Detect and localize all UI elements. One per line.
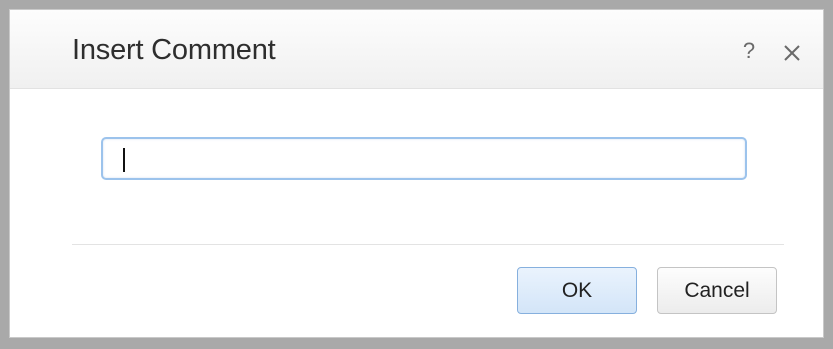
insert-comment-dialog: Insert Comment ? OK Cancel [9, 9, 824, 338]
footer-divider [72, 244, 784, 245]
comment-input[interactable] [101, 137, 747, 180]
cancel-button[interactable]: Cancel [657, 267, 777, 314]
close-icon[interactable] [782, 43, 802, 63]
dialog-frame: Insert Comment ? OK Cancel [0, 0, 833, 349]
dialog-titlebar: Insert Comment ? [10, 10, 823, 89]
dialog-title: Insert Comment [72, 34, 276, 66]
ok-button[interactable]: OK [517, 267, 637, 314]
help-icon[interactable]: ? [739, 38, 759, 64]
text-caret [123, 148, 125, 172]
